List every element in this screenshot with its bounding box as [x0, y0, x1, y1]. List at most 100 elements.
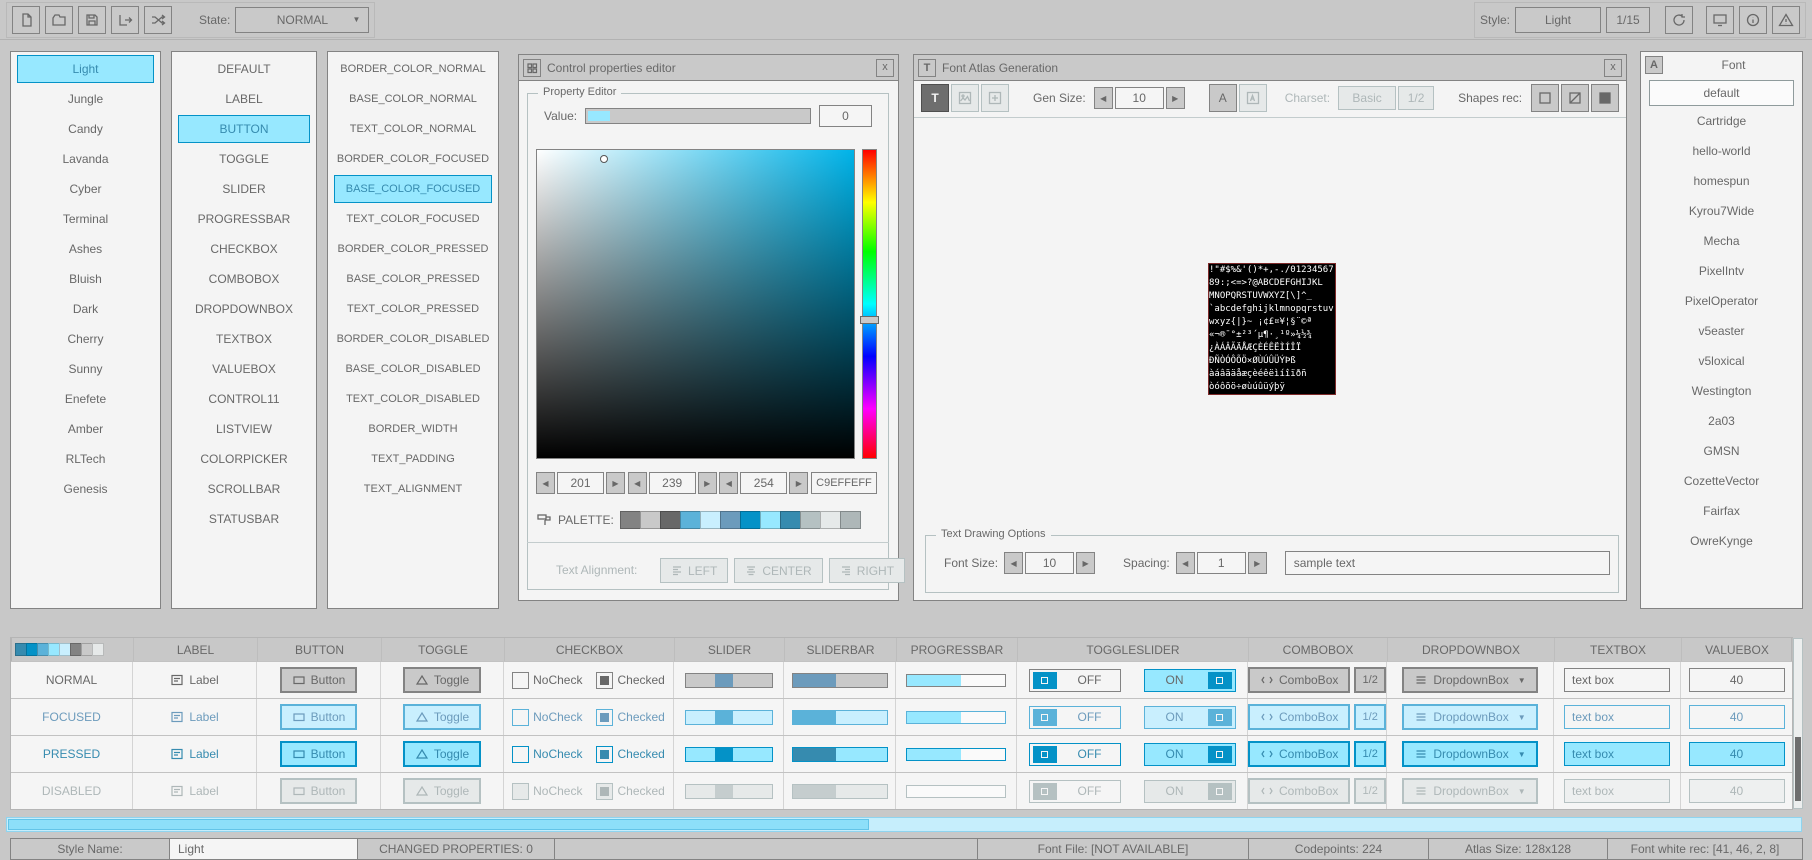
property-item[interactable]: TEXT_COLOR_DISABLED [334, 385, 492, 413]
style-item-jungle[interactable]: Jungle [17, 85, 154, 113]
control-item-scrollbar[interactable]: SCROLLBAR [178, 475, 310, 503]
style-item-light[interactable]: Light [17, 55, 154, 83]
property-item[interactable]: TEXT_ALIGNMENT [334, 475, 492, 503]
sample-toggleslider-on[interactable]: ON [1144, 743, 1236, 766]
control-item-valuebox[interactable]: VALUEBOX [178, 355, 310, 383]
sample-dropdownbox[interactable]: DropdownBox▼ [1402, 741, 1537, 767]
font-item[interactable]: GMSN [1649, 436, 1794, 466]
control-item-slider[interactable]: SLIDER [178, 175, 310, 203]
hue-handle[interactable] [860, 316, 879, 324]
sample-checkbox-unchecked[interactable]: NoCheck [512, 746, 582, 763]
spinner-left-icon[interactable]: ◀ [536, 472, 555, 494]
load-file-button[interactable] [45, 6, 73, 34]
font-item[interactable]: Cartridge [1649, 106, 1794, 136]
sample-valuebox[interactable]: 40 [1689, 705, 1785, 729]
spinner-left-icon[interactable]: ◀ [1094, 87, 1113, 109]
control-item-toggle[interactable]: TOGGLE [178, 145, 310, 173]
font-item[interactable]: CozetteVector [1649, 466, 1794, 496]
spinner-right-icon[interactable]: ▶ [1248, 552, 1267, 574]
style-item-cherry[interactable]: Cherry [17, 325, 154, 353]
style-item-lavanda[interactable]: Lavanda [17, 145, 154, 173]
font-preview-button[interactable]: A [1209, 84, 1237, 112]
hue-bar[interactable] [862, 149, 877, 459]
spinner-right-icon[interactable]: ▶ [1076, 552, 1095, 574]
sample-toggleslider-off[interactable]: OFF [1029, 669, 1121, 692]
palette-swatch[interactable] [740, 511, 761, 529]
shapes-rec-fill-button[interactable] [1591, 84, 1619, 112]
sample-checkbox-checked[interactable]: Checked [596, 709, 664, 726]
combo-index-box[interactable]: 1/2 [1354, 704, 1386, 730]
property-item[interactable]: TEXT_COLOR_FOCUSED [334, 205, 492, 233]
value-box[interactable]: 0 [819, 105, 872, 127]
gen-size-value[interactable]: 10 [1115, 87, 1164, 109]
spinner-right-icon[interactable]: ▶ [789, 472, 808, 494]
sample-slider[interactable] [685, 747, 773, 762]
palette-swatch[interactable] [620, 511, 641, 529]
sample-toggle[interactable]: Toggle [403, 704, 481, 730]
sample-slider[interactable] [685, 710, 773, 725]
style-item-amber[interactable]: Amber [17, 415, 154, 443]
property-item[interactable]: BASE_COLOR_NORMAL [334, 85, 492, 113]
sample-checkbox-checked[interactable]: Checked [596, 672, 664, 689]
blue-value[interactable]: 254 [740, 472, 787, 494]
palette-swatch[interactable] [640, 511, 661, 529]
sample-textbox[interactable]: text box [1564, 705, 1670, 729]
sample-combobox[interactable]: ComboBox [1248, 741, 1350, 767]
font-item[interactable]: 2a03 [1649, 406, 1794, 436]
style-selector[interactable]: Light [1515, 7, 1601, 33]
control-item-dropdownbox[interactable]: DROPDOWNBOX [178, 295, 310, 323]
sample-toggle[interactable]: Toggle [403, 667, 481, 693]
spinner-right-icon[interactable]: ▶ [1166, 87, 1185, 109]
control-item-textbox[interactable]: TEXTBOX [178, 325, 310, 353]
style-item-sunny[interactable]: Sunny [17, 355, 154, 383]
scrollbar-handle[interactable] [8, 819, 869, 830]
control-item-checkbox[interactable]: CHECKBOX [178, 235, 310, 263]
export-file-button[interactable] [111, 6, 139, 34]
sample-toggleslider-off[interactable]: OFF [1029, 706, 1121, 729]
window-title-bar[interactable]: Control properties editor x [519, 55, 898, 81]
spacing-value[interactable]: 1 [1197, 552, 1246, 574]
font-item[interactable]: OwreKynge [1649, 526, 1794, 556]
shapes-rec-slash-button[interactable] [1561, 84, 1589, 112]
font-item[interactable]: homespun [1649, 166, 1794, 196]
sample-sliderbar[interactable] [792, 710, 888, 725]
style-item-bluish[interactable]: Bluish [17, 265, 154, 293]
red-value[interactable]: 201 [557, 472, 604, 494]
property-item[interactable]: TEXT_COLOR_PRESSED [334, 295, 492, 323]
style-item-rltech[interactable]: RLTech [17, 445, 154, 473]
sample-slider[interactable] [685, 673, 773, 688]
control-item-default[interactable]: DEFAULT [178, 55, 310, 83]
horizontal-scrollbar[interactable] [6, 817, 1802, 832]
control-item-colorpicker[interactable]: COLORPICKER [178, 445, 310, 473]
property-item[interactable]: BORDER_COLOR_FOCUSED [334, 145, 492, 173]
property-item[interactable]: BASE_COLOR_DISABLED [334, 355, 492, 383]
property-item[interactable]: BORDER_COLOR_NORMAL [334, 55, 492, 83]
close-icon[interactable]: x [876, 59, 894, 77]
sample-checkbox-checked[interactable]: Checked [596, 746, 664, 763]
sample-checkbox-unchecked[interactable]: NoCheck [512, 672, 582, 689]
sample-combobox[interactable]: ComboBox [1248, 667, 1350, 693]
font-atlas-image[interactable]: !"#$%&'()*+,-./0123456789:;<=>?@ABCDEFGH… [1208, 263, 1336, 395]
spinner-left-icon[interactable]: ◀ [719, 472, 738, 494]
spinner-left-icon[interactable]: ◀ [1176, 552, 1195, 574]
color-picker-panel[interactable] [536, 149, 855, 459]
font-size-value[interactable]: 10 [1025, 552, 1074, 574]
text-mode-button[interactable]: T [921, 84, 949, 112]
palette-swatch[interactable] [680, 511, 701, 529]
random-style-button[interactable] [144, 6, 172, 34]
state-dropdown[interactable]: NORMAL ▼ [235, 7, 369, 33]
sample-sliderbar[interactable] [792, 747, 888, 762]
style-item-candy[interactable]: Candy [17, 115, 154, 143]
sample-toggleslider-on[interactable]: ON [1144, 706, 1236, 729]
style-item-enefete[interactable]: Enefete [17, 385, 154, 413]
palette-swatch[interactable] [820, 511, 841, 529]
spinner-right-icon[interactable]: ▶ [698, 472, 717, 494]
control-item-combobox[interactable]: COMBOBOX [178, 265, 310, 293]
report-issue-button[interactable] [1772, 6, 1800, 34]
sample-dropdownbox[interactable]: DropdownBox▼ [1402, 704, 1537, 730]
sample-text-input[interactable]: sample text [1285, 551, 1610, 575]
control-item-label[interactable]: LABEL [178, 85, 310, 113]
sample-button[interactable]: Button [280, 667, 358, 693]
sample-valuebox[interactable]: 40 [1689, 668, 1785, 692]
property-item[interactable]: BORDER_COLOR_DISABLED [334, 325, 492, 353]
